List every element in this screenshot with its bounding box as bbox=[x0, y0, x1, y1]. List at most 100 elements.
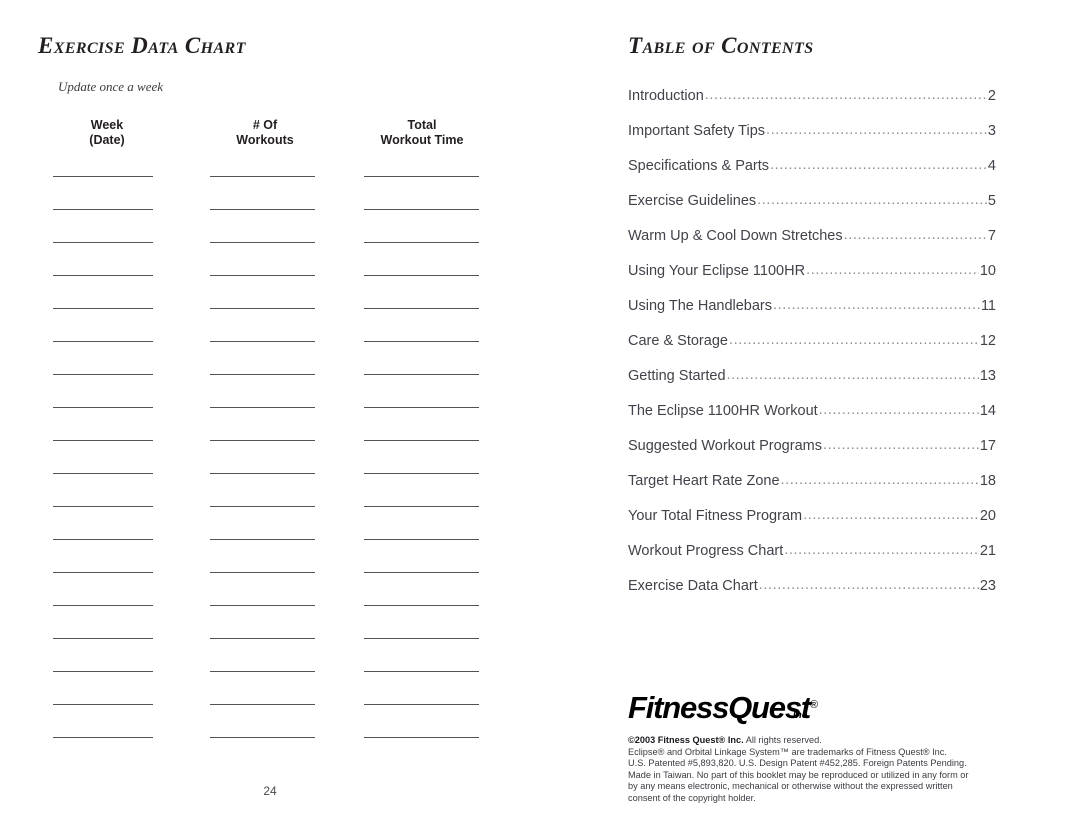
blank-entry-line[interactable] bbox=[53, 407, 153, 408]
copyright-line-6: consent of the copyright holder. bbox=[628, 792, 756, 803]
blank-entry-line[interactable] bbox=[53, 308, 153, 309]
blank-entry-line[interactable] bbox=[364, 440, 479, 441]
blank-entry-line[interactable] bbox=[53, 737, 153, 738]
blank-entry-line[interactable] bbox=[364, 671, 479, 672]
table-row bbox=[0, 597, 540, 630]
blank-entry-line[interactable] bbox=[210, 737, 315, 738]
blank-entry-line[interactable] bbox=[364, 407, 479, 408]
toc-entry-page-number: 2 bbox=[987, 88, 996, 104]
exercise-data-chart-grid bbox=[0, 168, 540, 762]
blank-entry-line[interactable] bbox=[210, 176, 315, 177]
copyright-line-1: ©2003 Fitness Quest® Inc. All rights res… bbox=[628, 735, 1000, 747]
blank-entry-line[interactable] bbox=[210, 308, 315, 309]
blank-entry-line[interactable] bbox=[210, 341, 315, 342]
blank-entry-line[interactable] bbox=[364, 308, 479, 309]
blank-entry-line[interactable] bbox=[210, 374, 315, 375]
blank-entry-line[interactable] bbox=[210, 209, 315, 210]
blank-entry-line[interactable] bbox=[210, 638, 315, 639]
blank-entry-line[interactable] bbox=[364, 341, 479, 342]
blank-entry-line[interactable] bbox=[53, 242, 153, 243]
toc-entry[interactable]: Exercise Guidelines 5 bbox=[628, 193, 996, 228]
registered-trademark-icon: ® bbox=[809, 699, 819, 711]
blank-entry-line[interactable] bbox=[364, 473, 479, 474]
blank-entry-line[interactable] bbox=[364, 176, 479, 177]
blank-entry-line[interactable] bbox=[210, 704, 315, 705]
toc-dot-leader bbox=[773, 297, 980, 313]
toc-entry[interactable]: Important Safety Tips 3 bbox=[628, 123, 996, 158]
column-header-total-time-line2: Workout Time bbox=[380, 133, 464, 147]
blank-entry-line[interactable] bbox=[210, 473, 315, 474]
copyright-notice: ©2003 Fitness Quest® Inc. All rights res… bbox=[628, 735, 1000, 805]
toc-entry-page-number: 23 bbox=[979, 578, 996, 594]
blank-entry-line[interactable] bbox=[364, 539, 479, 540]
blank-entry-line[interactable] bbox=[364, 605, 479, 606]
blank-entry-line[interactable] bbox=[210, 671, 315, 672]
toc-entry-label: Specifications & Parts bbox=[628, 158, 770, 174]
blank-entry-line[interactable] bbox=[364, 275, 479, 276]
toc-entry-label: The Eclipse 1100HR Workout bbox=[628, 403, 818, 419]
blank-entry-line[interactable] bbox=[53, 275, 153, 276]
blank-entry-line[interactable] bbox=[53, 176, 153, 177]
blank-entry-line[interactable] bbox=[364, 506, 479, 507]
toc-entry[interactable]: Exercise Data Chart 23 bbox=[628, 578, 996, 613]
blank-entry-line[interactable] bbox=[364, 374, 479, 375]
toc-entry-label: Workout Progress Chart bbox=[628, 543, 784, 559]
blank-entry-line[interactable] bbox=[53, 539, 153, 540]
blank-entry-line[interactable] bbox=[53, 671, 153, 672]
toc-entry[interactable]: Suggested Workout Programs 17 bbox=[628, 438, 996, 473]
blank-entry-line[interactable] bbox=[53, 506, 153, 507]
blank-entry-line[interactable] bbox=[53, 572, 153, 573]
toc-entry[interactable]: Introduction 2 bbox=[628, 88, 996, 123]
blank-entry-line[interactable] bbox=[53, 440, 153, 441]
blank-entry-line[interactable] bbox=[364, 704, 479, 705]
toc-entry[interactable]: Target Heart Rate Zone 18 bbox=[628, 473, 996, 508]
toc-entry[interactable]: Warm Up & Cool Down Stretches 7 bbox=[628, 228, 996, 263]
toc-dot-leader bbox=[823, 437, 979, 453]
blank-entry-line[interactable] bbox=[210, 242, 315, 243]
table-row bbox=[0, 300, 540, 333]
blank-entry-line[interactable] bbox=[210, 539, 315, 540]
column-header-week-line2: (Date) bbox=[89, 133, 125, 147]
table-row bbox=[0, 234, 540, 267]
toc-entry[interactable]: Specifications & Parts 4 bbox=[628, 158, 996, 193]
toc-dot-leader bbox=[819, 402, 979, 418]
blank-entry-line[interactable] bbox=[53, 638, 153, 639]
blank-entry-line[interactable] bbox=[53, 209, 153, 210]
toc-entry-page-number: 7 bbox=[987, 228, 996, 244]
blank-entry-line[interactable] bbox=[210, 605, 315, 606]
toc-entry[interactable]: Using Your Eclipse 1100HR 10 bbox=[628, 263, 996, 298]
toc-dot-leader bbox=[729, 332, 979, 348]
column-header-workouts: # Of Workouts bbox=[208, 118, 322, 148]
toc-entry[interactable]: Care & Storage 12 bbox=[628, 333, 996, 368]
table-row bbox=[0, 729, 540, 762]
blank-entry-line[interactable] bbox=[364, 572, 479, 573]
blank-entry-line[interactable] bbox=[53, 374, 153, 375]
blank-entry-line[interactable] bbox=[53, 473, 153, 474]
toc-entry-label: Target Heart Rate Zone bbox=[628, 473, 780, 489]
table-row bbox=[0, 432, 540, 465]
toc-entry-label: Introduction bbox=[628, 88, 704, 104]
blank-entry-line[interactable] bbox=[53, 341, 153, 342]
blank-entry-line[interactable] bbox=[364, 737, 479, 738]
blank-entry-line[interactable] bbox=[364, 638, 479, 639]
blank-entry-line[interactable] bbox=[210, 275, 315, 276]
toc-entry[interactable]: Getting Started 13 bbox=[628, 368, 996, 403]
copyright-owner: ©2003 Fitness Quest® Inc. bbox=[628, 735, 744, 745]
toc-entry[interactable]: Using The Handlebars 11 bbox=[628, 298, 996, 333]
blank-entry-line[interactable] bbox=[210, 407, 315, 408]
toc-entry[interactable]: Workout Progress Chart 21 bbox=[628, 543, 996, 578]
blank-entry-line[interactable] bbox=[210, 506, 315, 507]
blank-entry-line[interactable] bbox=[210, 572, 315, 573]
toc-entry[interactable]: Your Total Fitness Program 20 bbox=[628, 508, 996, 543]
blank-entry-line[interactable] bbox=[364, 209, 479, 210]
blank-entry-line[interactable] bbox=[53, 605, 153, 606]
copyright-rights: All rights reserved. bbox=[743, 735, 822, 745]
toc-dot-leader bbox=[759, 577, 979, 593]
blank-entry-line[interactable] bbox=[210, 440, 315, 441]
right-page: Table of Contents Introduction 2 Important… bbox=[540, 0, 1080, 834]
blank-entry-line[interactable] bbox=[364, 242, 479, 243]
toc-entry-page-number: 11 bbox=[980, 298, 996, 314]
blank-entry-line[interactable] bbox=[53, 704, 153, 705]
toc-entry-label: Exercise Guidelines bbox=[628, 193, 757, 209]
toc-entry[interactable]: The Eclipse 1100HR Workout 14 bbox=[628, 403, 996, 438]
